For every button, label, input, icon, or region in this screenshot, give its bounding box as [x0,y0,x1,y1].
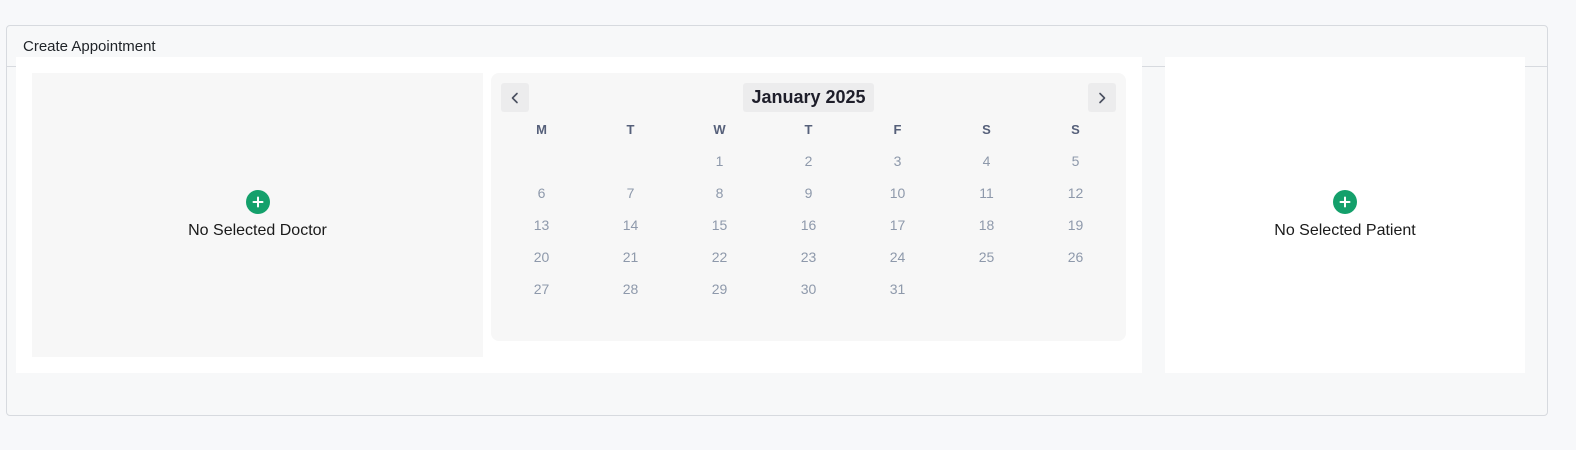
calendar-day[interactable]: 16 [764,209,853,241]
calendar-day[interactable]: 3 [853,145,942,177]
plus-icon [1339,196,1351,208]
calendar-day[interactable]: 9 [764,177,853,209]
calendar-day[interactable]: 31 [853,273,942,305]
calendar-month-title[interactable]: January 2025 [743,83,874,112]
calendar-day-empty [497,145,586,177]
calendar: January 2025 MTWTFSS 1 2 3 4 5 6 7 8 9 10 11 12 13 14… [491,73,1126,341]
card-title: Create Appointment [23,37,156,55]
weekday-label: T [804,122,813,137]
calendar-day[interactable]: 15 [675,209,764,241]
patient-selector[interactable]: No Selected Patient [1165,57,1525,373]
calendar-day[interactable]: 22 [675,241,764,273]
calendar-day[interactable]: 18 [942,209,1031,241]
calendar-day[interactable]: 19 [1031,209,1120,241]
weekday-label: S [1071,122,1080,137]
calendar-day[interactable]: 13 [497,209,586,241]
calendar-day[interactable]: 4 [942,145,1031,177]
plus-icon [252,196,263,208]
doctor-selector[interactable]: No Selected Doctor [32,73,483,357]
appointment-main-panel: No Selected Doctor January 2025 MTWTFSS … [16,57,1142,373]
calendar-day[interactable]: 23 [764,241,853,273]
calendar-day[interactable]: 26 [1031,241,1120,273]
calendar-day[interactable]: 30 [764,273,853,305]
calendar-day[interactable]: 5 [1031,145,1120,177]
weekday-label: S [982,122,991,137]
weekday-label: F [893,122,902,137]
calendar-day[interactable]: 10 [853,177,942,209]
chevron-right-icon [1099,92,1106,103]
calendar-day[interactable]: 8 [675,177,764,209]
calendar-day[interactable]: 1 [675,145,764,177]
no-selected-doctor-label: No Selected Doctor [188,222,327,239]
calendar-day[interactable]: 24 [853,241,942,273]
calendar-weekday-header: MTWTFSS [497,121,1120,139]
calendar-day[interactable]: 6 [497,177,586,209]
calendar-day[interactable]: 21 [586,241,675,273]
calendar-day[interactable]: 27 [497,273,586,305]
weekday-label: M [536,122,547,137]
calendar-day[interactable]: 12 [1031,177,1120,209]
calendar-day-empty [586,145,675,177]
calendar-day[interactable]: 11 [942,177,1031,209]
calendar-day[interactable]: 2 [764,145,853,177]
calendar-day[interactable]: 20 [497,241,586,273]
calendar-prev-button[interactable] [501,83,529,112]
calendar-day[interactable]: 7 [586,177,675,209]
calendar-day[interactable]: 17 [853,209,942,241]
chevron-left-icon [511,92,518,103]
weekday-label: W [713,122,726,137]
calendar-day[interactable]: 14 [586,209,675,241]
calendar-day[interactable]: 29 [675,273,764,305]
calendar-day[interactable]: 25 [942,241,1031,273]
calendar-next-button[interactable] [1088,83,1116,112]
calendar-day-grid: 1 2 3 4 5 6 7 8 9 10 11 12 13 14 15 16 17 18 19 20 21 22 23 24 2… [497,145,1120,305]
add-doctor-button[interactable] [245,190,270,214]
calendar-day[interactable]: 28 [586,273,675,305]
weekday-label: T [626,122,635,137]
no-selected-patient-label: No Selected Patient [1274,222,1416,239]
add-patient-button[interactable] [1333,190,1357,214]
